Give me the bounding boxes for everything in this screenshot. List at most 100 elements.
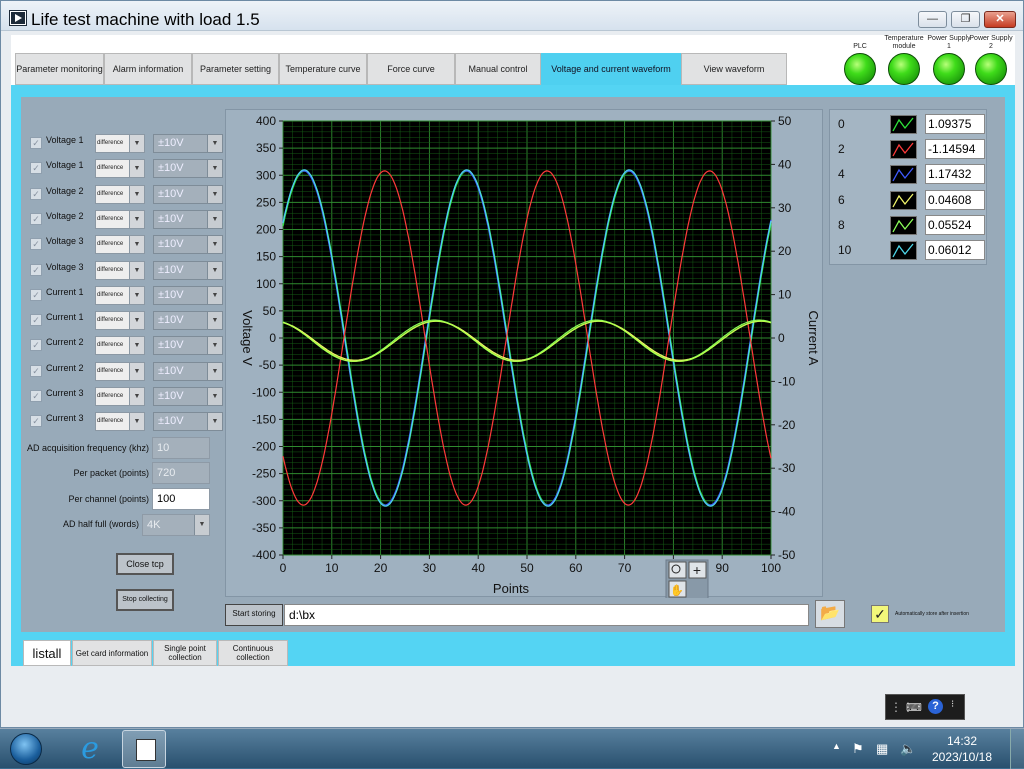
y-tick-label: 250 [256,195,276,209]
channel-range-select[interactable]: ±10V ▼ [153,134,223,153]
help-icon[interactable]: ? [928,699,943,714]
network-icon[interactable]: ▦ [876,741,888,757]
chevron-down-icon: ▼ [207,286,222,304]
channel-range-select[interactable]: ±10V ▼ [153,260,223,280]
tab-voltage-current-waveform[interactable]: Voltage and current waveform [541,53,681,85]
action-center-flag-icon[interactable]: ⚑ [852,741,864,757]
channel-label: Current 1 [46,286,84,297]
channel-mode-select[interactable]: difference ▼ [95,260,145,280]
x-tick-label: 70 [618,561,632,575]
channel-range-select[interactable]: ±10V ▼ [153,311,223,331]
channel-mode-select[interactable]: difference ▼ [95,387,145,406]
channel-checkbox[interactable]: ✓ [30,364,42,377]
chevron-down-icon: ▼ [129,261,144,279]
legend-swatch[interactable] [890,140,917,160]
legend-swatch[interactable] [890,241,917,260]
chevron-down-icon: ▼ [129,286,144,304]
app-window: Life test machine with load 1.5 — ❐ ✕ Pa… [0,0,1024,728]
storage-path-input[interactable]: d:\bx [284,604,809,626]
tab-parameter-setting[interactable]: Parameter setting [192,53,279,85]
channel-range-select[interactable]: ±10V ▼ [153,387,223,406]
channel-checkbox[interactable]: ✓ [30,339,42,352]
tab-continuous-collection[interactable]: Continuous collection [218,640,288,666]
channel-checkbox[interactable]: ✓ [30,187,42,200]
clock[interactable]: 14:32 2023/10/18 [924,733,1000,765]
options-icon[interactable]: ⁝ [951,699,954,710]
channel-checkbox[interactable]: ✓ [30,162,42,175]
channel-mode-select[interactable]: difference ▼ [95,311,145,331]
channel-range-select[interactable]: ±10V ▼ [153,285,223,305]
tab-get-card-information[interactable]: Get card information [72,640,152,666]
stop-collecting-button[interactable]: Stop collecting [116,589,174,611]
channel-mode-select[interactable]: difference ▼ [95,235,145,255]
channel-range-select[interactable]: ±10V ▼ [153,336,223,356]
channel-row: ✓ Voltage 3 difference ▼ ±10V ▼ [25,260,225,280]
y2-tick-label: -30 [778,461,796,475]
show-desktop-button[interactable] [1010,729,1024,769]
ad-half-full-select[interactable]: 4K ▼ [142,514,210,536]
channel-mode-select[interactable]: difference ▼ [95,361,145,381]
channel-checkbox[interactable]: ✓ [30,390,42,402]
legend-swatch[interactable] [890,190,917,210]
channel-mode-select[interactable]: difference ▼ [95,184,145,204]
channel-checkbox[interactable]: ✓ [30,238,42,251]
chevron-down-icon: ▼ [207,135,222,152]
legend-swatch[interactable] [890,115,917,134]
taskbar-app-labview[interactable] [122,730,166,768]
channel-mode-select[interactable]: difference ▼ [95,412,145,432]
channel-mode-select[interactable]: difference ▼ [95,285,145,305]
channel-range-select[interactable]: ±10V ▼ [153,209,223,229]
tab-force-curve[interactable]: Force curve [367,53,455,85]
y-tick-label: 350 [256,141,276,155]
bottom-tab-bar: listall Get card information Single poin… [11,640,1015,666]
chevron-down-icon: ▼ [129,210,144,228]
volume-icon[interactable]: 🔈 [900,741,916,757]
start-storing-button[interactable]: Start storing [225,604,283,626]
channel-checkbox[interactable]: ✓ [30,212,42,225]
channel-checkbox[interactable]: ✓ [30,415,42,428]
channel-range-select[interactable]: ±10V ▼ [153,235,223,255]
show-hidden-icons[interactable]: ▲ [832,741,841,751]
tab-parameter-monitoring[interactable]: Parameter monitoring [15,53,104,85]
maximize-button[interactable]: ❐ [951,11,980,28]
channel-mode-select[interactable]: difference ▼ [95,209,145,229]
channel-checkbox[interactable]: ✓ [30,137,42,149]
channel-checkbox[interactable]: ✓ [30,314,42,327]
internet-explorer-icon[interactable]: e [70,731,110,767]
auto-store-checkbox[interactable]: ✓ [871,605,889,623]
minimize-button[interactable]: — [918,11,947,28]
chevron-down-icon: ▼ [129,312,144,330]
zoom-icon[interactable] [668,561,687,579]
tab-temperature-curve[interactable]: Temperature curve [279,53,367,85]
close-button[interactable]: ✕ [984,11,1016,28]
channel-checkbox[interactable]: ✓ [30,263,42,276]
channel-range-select[interactable]: ±10V ▼ [153,361,223,381]
channel-mode-select[interactable]: difference ▼ [95,134,145,153]
legend-swatch[interactable] [890,165,917,185]
chevron-down-icon: ▼ [129,388,144,405]
legend-swatch[interactable] [890,215,917,235]
channel-range-value: ±10V [158,263,184,276]
close-tcp-button[interactable]: Close tcp [116,553,174,575]
channel-range-select[interactable]: ±10V ▼ [153,412,223,432]
y2-tick-label: -50 [778,548,796,562]
keyboard-icon[interactable]: ⌨ [906,701,922,714]
channel-mode-select[interactable]: difference ▼ [95,336,145,356]
per-channel-input[interactable]: 100 [152,488,210,510]
channel-range-select[interactable]: ±10V ▼ [153,159,223,179]
channel-checkbox[interactable]: ✓ [30,288,42,301]
folder-open-icon[interactable]: 📂 [815,600,845,628]
legend-value: 1.17432 [925,164,985,185]
window-title: Life test machine with load 1.5 [31,10,260,29]
chevron-down-icon: ▼ [207,388,222,405]
channel-mode-select[interactable]: difference ▼ [95,159,145,179]
tab-listall[interactable]: listall [23,640,71,666]
tab-alarm-information[interactable]: Alarm information [104,53,192,85]
channel-range-select[interactable]: ±10V ▼ [153,184,223,204]
legend-value: 0.05524 [925,214,985,235]
start-button[interactable] [4,729,46,769]
channel-row: ✓ Voltage 2 difference ▼ ±10V ▼ [25,209,225,229]
tab-view-waveform[interactable]: View waveform [681,53,787,85]
tab-single-point-collection[interactable]: Single point collection [153,640,217,666]
tab-manual-control[interactable]: Manual control [455,53,541,85]
